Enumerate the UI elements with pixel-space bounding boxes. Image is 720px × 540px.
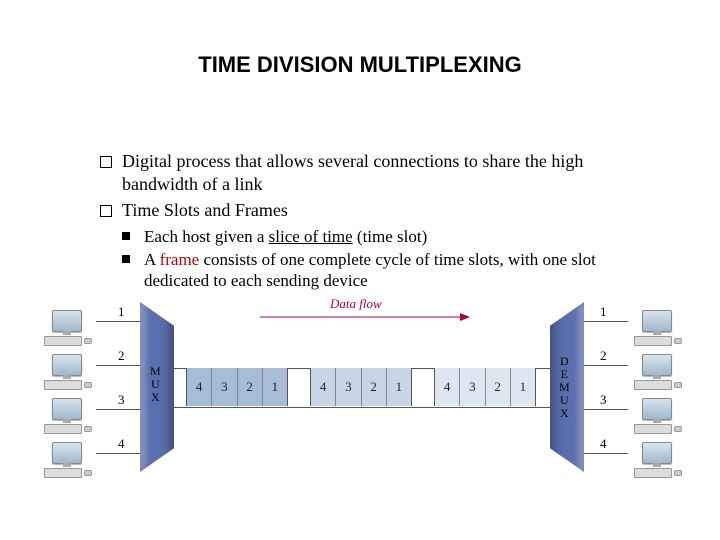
page-title: TIME DIVISION MULTIPLEXING <box>0 52 720 78</box>
slot: 2 <box>486 368 511 406</box>
subbullet-slice-of-time: Each host given a slice of time (time sl… <box>122 226 660 247</box>
slot: 2 <box>238 368 263 406</box>
subbullet-frame-definition: A frame consists of one complete cycle o… <box>122 249 660 292</box>
wire-right <box>584 409 628 410</box>
slot: 1 <box>387 368 411 406</box>
slot: 3 <box>336 368 361 406</box>
bullet-filled-square-icon <box>122 232 130 240</box>
text-underlined: slice of time <box>269 227 353 246</box>
right-line-number: 4 <box>600 436 607 452</box>
wire-right <box>584 365 628 366</box>
bullet-text: Time Slots and Frames <box>122 200 288 220</box>
slot: 2 <box>362 368 387 406</box>
left-line-number: 4 <box>118 436 125 452</box>
wire-left <box>96 321 140 322</box>
slot: 1 <box>511 368 535 406</box>
host-left-3-icon <box>40 398 94 436</box>
text: consists of one complete cycle of time s… <box>144 250 596 290</box>
slot: 3 <box>212 368 237 406</box>
bullet-text: Digital process that allows several conn… <box>122 151 583 194</box>
host-right-2-icon <box>630 354 684 392</box>
host-left-1-icon <box>40 310 94 348</box>
wire-left <box>96 365 140 366</box>
tdm-diagram: 1 2 3 4 M U X 4 3 2 1 4 3 2 1 4 3 2 1 Da… <box>100 310 640 510</box>
host-right-4-icon <box>630 442 684 480</box>
slot: 4 <box>311 368 336 406</box>
mux-label: M U X <box>150 365 161 404</box>
bullet-filled-square-icon <box>122 255 130 263</box>
host-right-3-icon <box>630 398 684 436</box>
bullet-digital-process: Digital process that allows several conn… <box>100 150 660 195</box>
slot: 4 <box>187 368 212 406</box>
body-text: Digital process that allows several conn… <box>100 150 660 293</box>
slot: 1 <box>263 368 287 406</box>
demux-label: D E M U X <box>559 355 570 420</box>
text: A <box>144 250 160 269</box>
wire-left <box>96 409 140 410</box>
slot: 4 <box>435 368 460 406</box>
bullet-open-square-icon <box>100 205 112 217</box>
data-flow-arrow-icon <box>260 310 470 325</box>
wire-right <box>584 453 628 454</box>
host-left-2-icon <box>40 354 94 392</box>
right-line-number: 2 <box>600 348 607 364</box>
text-red: frame <box>160 250 200 269</box>
bullet-time-slots-frames: Time Slots and Frames <box>100 199 660 222</box>
right-line-number: 1 <box>600 304 607 320</box>
text: (time slot) <box>353 227 428 246</box>
left-line-number: 3 <box>118 392 125 408</box>
wire-left <box>96 453 140 454</box>
wire-right <box>584 321 628 322</box>
data-flow-label: Data flow <box>330 296 382 312</box>
right-line-number: 3 <box>600 392 607 408</box>
frame: 4 3 2 1 <box>186 368 288 406</box>
host-right-1-icon <box>630 310 684 348</box>
frame: 4 3 2 1 <box>434 368 536 406</box>
bullet-open-square-icon <box>100 156 112 168</box>
text: Each host given a <box>144 227 269 246</box>
host-left-4-icon <box>40 442 94 480</box>
left-line-number: 2 <box>118 348 125 364</box>
slot: 3 <box>460 368 485 406</box>
left-line-number: 1 <box>118 304 125 320</box>
frame: 4 3 2 1 <box>310 368 412 406</box>
